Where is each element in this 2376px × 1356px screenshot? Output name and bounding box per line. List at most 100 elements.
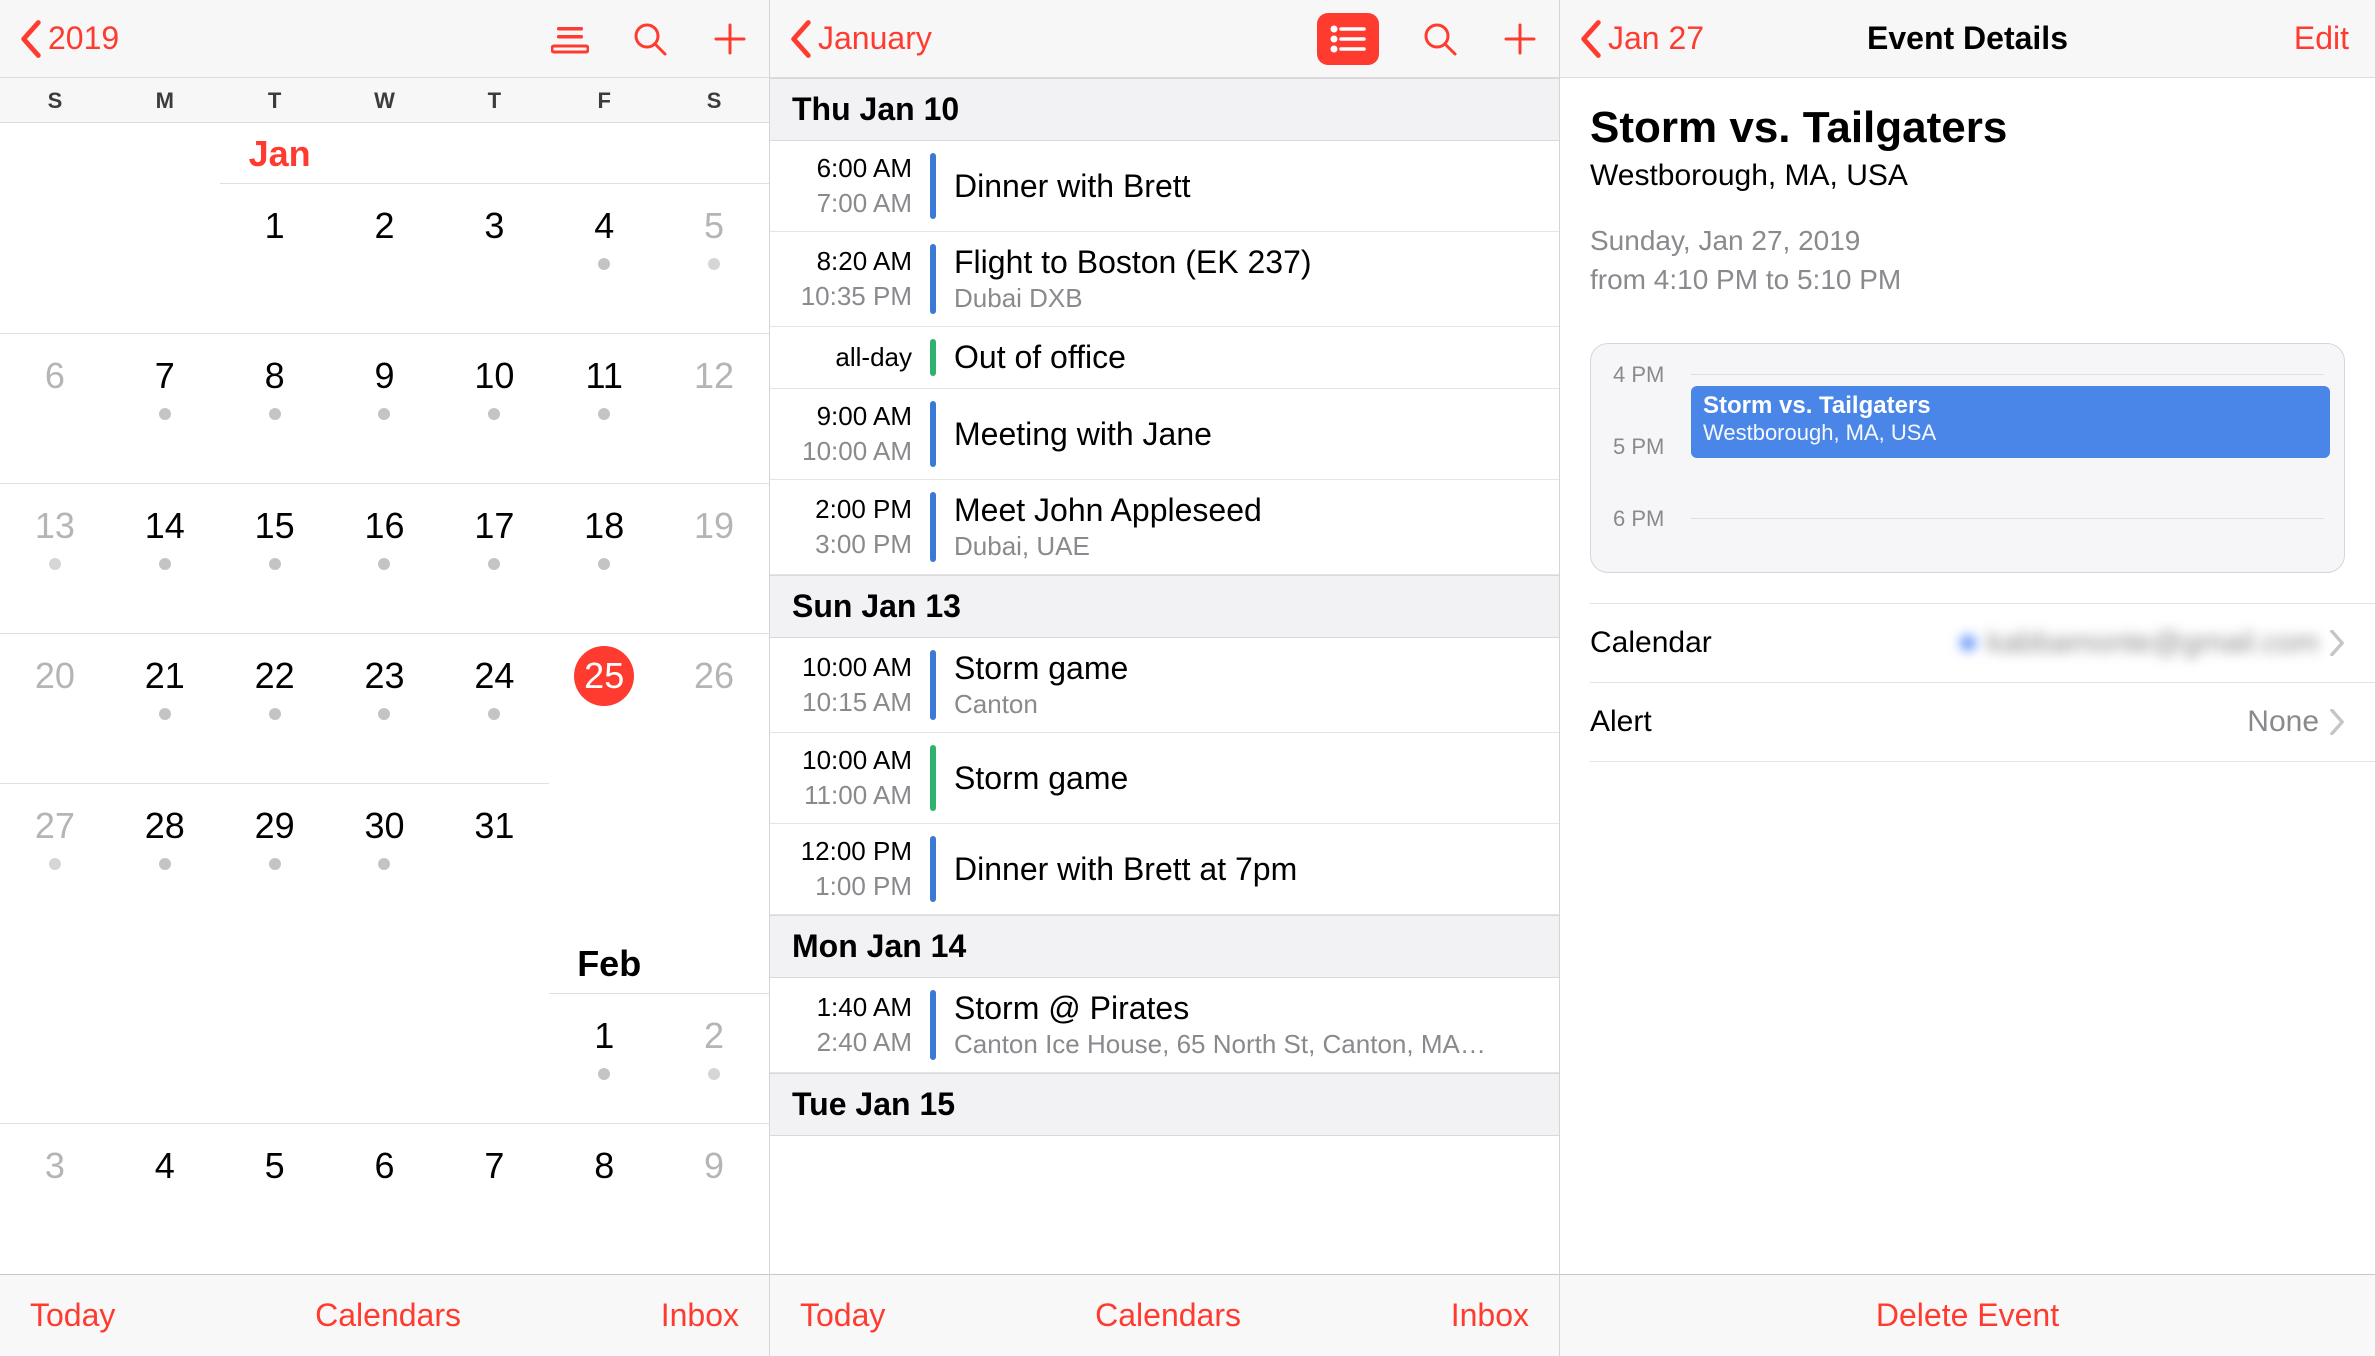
day-cell[interactable]: 21 — [110, 633, 220, 783]
day-cell[interactable]: 28 — [110, 783, 220, 933]
empty-day — [439, 993, 549, 1123]
event-dot-icon — [598, 258, 610, 270]
list-view-toggle[interactable] — [1317, 13, 1379, 65]
day-cell[interactable]: 26 — [659, 633, 769, 783]
agenda-event-row[interactable]: 9:00 AM10:00 AMMeeting with Jane — [770, 389, 1559, 480]
event-dot-icon — [159, 408, 171, 420]
calendars-button[interactable]: Calendars — [1095, 1297, 1241, 1334]
day-cell[interactable]: 11 — [549, 333, 659, 483]
day-number: 6 — [25, 346, 85, 406]
mini-timeline[interactable]: 4 PM 5 PM 6 PM Storm vs. Tailgaters West… — [1590, 343, 2345, 573]
day-cell[interactable]: 17 — [439, 483, 549, 633]
day-cell[interactable]: 13 — [0, 483, 110, 633]
calendars-button[interactable]: Calendars — [315, 1297, 461, 1334]
day-cell[interactable]: 2 — [659, 993, 769, 1123]
event-location: Westborough, MA, USA — [1590, 159, 2345, 193]
month-grid-scroll[interactable]: Jan1234567891011121314151617181920212223… — [0, 123, 769, 1274]
timeline-event-block[interactable]: Storm vs. Tailgaters Westborough, MA, US… — [1691, 386, 2330, 458]
agenda-event-row[interactable]: 10:00 AM11:00 AMStorm game — [770, 733, 1559, 824]
event-dot-icon — [488, 408, 500, 420]
event-color-bar — [930, 990, 936, 1060]
back-to-month-button[interactable]: January — [790, 20, 932, 58]
today-button[interactable]: Today — [800, 1297, 885, 1334]
chevron-left-icon — [790, 20, 812, 58]
day-cell[interactable]: 29 — [220, 783, 330, 933]
day-number: 7 — [464, 1136, 524, 1196]
back-to-day-button[interactable]: Jan 27 — [1580, 20, 1704, 58]
agenda-event-row[interactable]: 1:40 AM2:40 AMStorm @ PiratesCanton Ice … — [770, 978, 1559, 1073]
delete-event-button[interactable]: Delete Event — [1876, 1297, 2059, 1334]
day-number: 18 — [574, 496, 634, 556]
day-cell[interactable]: 14 — [110, 483, 220, 633]
day-cell[interactable]: 23 — [330, 633, 440, 783]
today-button[interactable]: Today — [30, 1297, 115, 1334]
day-cell[interactable]: 30 — [330, 783, 440, 933]
agenda-event-row[interactable]: 2:00 PM3:00 PMMeet John AppleseedDubai, … — [770, 480, 1559, 575]
setting-row-alert[interactable]: AlertNone — [1590, 683, 2375, 762]
day-number: 2 — [684, 1006, 744, 1066]
day-cell[interactable]: 9 — [659, 1123, 769, 1253]
day-cell[interactable]: 24 — [439, 633, 549, 783]
day-cell[interactable]: 3 — [0, 1123, 110, 1253]
day-cell[interactable]: 18 — [549, 483, 659, 633]
event-times: all-day — [770, 339, 930, 376]
event-title: Meet John Appleseed — [954, 492, 1262, 529]
day-cell[interactable]: 7 — [110, 333, 220, 483]
day-cell[interactable]: 25 — [549, 633, 659, 783]
day-cell[interactable]: 12 — [659, 333, 769, 483]
search-button[interactable] — [1421, 20, 1459, 58]
agenda-event-row[interactable]: 6:00 AM7:00 AMDinner with Brett — [770, 141, 1559, 232]
day-cell[interactable]: 31 — [439, 783, 549, 933]
day-cell[interactable]: 2 — [330, 183, 440, 333]
day-cell[interactable]: 4 — [549, 183, 659, 333]
event-dot-icon — [378, 858, 390, 870]
day-cell[interactable]: 8 — [549, 1123, 659, 1253]
agenda-event-row[interactable]: 12:00 PM1:00 PMDinner with Brett at 7pm — [770, 824, 1559, 915]
day-cell[interactable]: 22 — [220, 633, 330, 783]
day-cell[interactable]: 7 — [439, 1123, 549, 1253]
day-number: 19 — [684, 496, 744, 556]
edit-button[interactable]: Edit — [2294, 20, 2349, 57]
event-dot-icon — [378, 408, 390, 420]
day-number: 1 — [245, 196, 305, 256]
day-cell[interactable]: 5 — [659, 183, 769, 333]
day-cell[interactable]: 8 — [220, 333, 330, 483]
event-when: Sunday, Jan 27, 2019 from 4:10 PM to 5:1… — [1590, 221, 2345, 299]
event-detail-pane: Jan 27 Event Details Edit Storm vs. Tail… — [1560, 0, 2376, 1356]
event-start-time: 1:40 AM — [770, 992, 912, 1023]
day-cell[interactable]: 9 — [330, 333, 440, 483]
day-cell[interactable]: 6 — [330, 1123, 440, 1253]
day-number: 4 — [135, 1136, 195, 1196]
add-event-button[interactable] — [711, 20, 749, 58]
day-cell[interactable]: 27 — [0, 783, 110, 933]
agenda-event-row[interactable]: 10:00 AM10:15 AMStorm gameCanton — [770, 638, 1559, 733]
month-pane: 2019 — [0, 0, 770, 1356]
day-cell[interactable]: 3 — [439, 183, 549, 333]
view-mode-button[interactable] — [551, 20, 589, 58]
add-event-button[interactable] — [1501, 20, 1539, 58]
search-button[interactable] — [631, 20, 669, 58]
day-cell[interactable]: 10 — [439, 333, 549, 483]
agenda-section-header: Thu Jan 10 — [770, 78, 1559, 141]
day-cell[interactable]: 20 — [0, 633, 110, 783]
agenda-event-row[interactable]: all-day Out of office — [770, 327, 1559, 389]
day-cell[interactable]: 4 — [110, 1123, 220, 1253]
day-number: 25 — [574, 646, 634, 706]
day-cell[interactable]: 6 — [0, 333, 110, 483]
event-title: Dinner with Brett — [954, 168, 1191, 205]
day-number: 5 — [245, 1136, 305, 1196]
day-cell[interactable]: 1 — [220, 183, 330, 333]
day-cell[interactable]: 16 — [330, 483, 440, 633]
inbox-button[interactable]: Inbox — [1451, 1297, 1529, 1334]
day-cell[interactable]: 5 — [220, 1123, 330, 1253]
agenda-event-row[interactable]: 8:20 AM10:35 PMFlight to Boston (EK 237)… — [770, 232, 1559, 327]
day-cell[interactable]: 1 — [549, 993, 659, 1123]
back-to-year-button[interactable]: 2019 — [20, 20, 119, 58]
agenda-list[interactable]: Thu Jan 106:00 AM7:00 AMDinner with Bret… — [770, 78, 1559, 1274]
event-dot-icon — [708, 1068, 720, 1080]
event-body: Out of office — [954, 339, 1136, 376]
setting-row-calendar[interactable]: Calendarkabbamonte@gmail.com — [1590, 603, 2375, 683]
inbox-button[interactable]: Inbox — [661, 1297, 739, 1334]
day-cell[interactable]: 19 — [659, 483, 769, 633]
day-cell[interactable]: 15 — [220, 483, 330, 633]
